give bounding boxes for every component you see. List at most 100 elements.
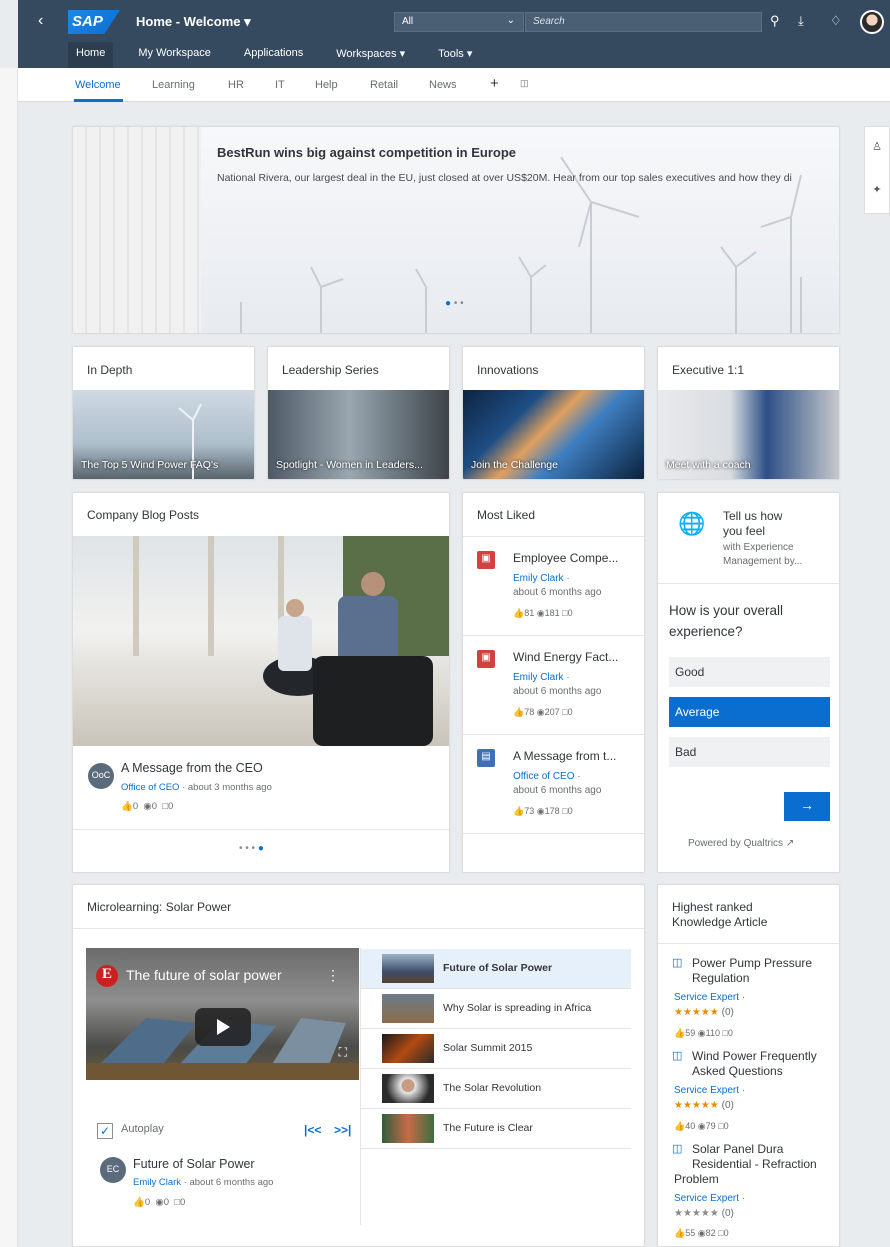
author-avatar[interactable]: OoC (88, 763, 114, 789)
tile-leadership-series[interactable]: Leadership Series Spotlight - Women in L… (267, 346, 450, 480)
tab-news[interactable]: News (429, 79, 457, 91)
autoplay-checkbox[interactable]: ✓ (97, 1123, 113, 1139)
more-options-icon[interactable]: ⋮ (326, 967, 340, 984)
like-icon[interactable]: 👍 (674, 1028, 685, 1038)
tile-executive[interactable]: Executive 1:1 Meet with a coach (657, 346, 840, 480)
menu-my-workspace[interactable]: My Workspace (130, 42, 219, 68)
bell-icon[interactable]: ♢ (830, 13, 842, 29)
search-input[interactable]: Search (525, 12, 762, 32)
liked-item[interactable]: ▣ Employee Compe... Emily Clark · about … (463, 537, 644, 636)
powered-by-text[interactable]: Powered by Qualtrics (688, 838, 783, 849)
author-avatar[interactable]: EC (100, 1157, 126, 1183)
download-icon[interactable]: ⤓ (798, 13, 804, 29)
liked-item-title[interactable]: Wind Energy Fact... (513, 650, 618, 664)
playlist-item[interactable]: Why Solar is spreading in Africa (361, 989, 631, 1029)
menu-workspaces[interactable]: Workspaces ▾ (328, 42, 413, 68)
back-icon[interactable]: ‹ (38, 12, 43, 30)
micro-post-title[interactable]: Future of Solar Power (133, 1157, 255, 1171)
people-icon[interactable]: ♙ (865, 140, 889, 153)
playlist-item[interactable]: The Future is Clear (361, 1109, 631, 1149)
tab-it[interactable]: IT (275, 79, 285, 91)
user-avatar[interactable] (860, 10, 884, 34)
author-link[interactable]: Service Expert (674, 1193, 739, 1204)
search-icon[interactable]: ⚲ (770, 13, 780, 29)
blog-carousel-dots[interactable]: • • • ● (239, 843, 264, 854)
next-icon[interactable]: >>| (334, 1123, 351, 1137)
video-title[interactable]: The future of solar power (126, 967, 282, 983)
author-link[interactable]: Service Expert (674, 1085, 739, 1096)
post-time: · about 3 months ago (182, 782, 272, 793)
article-title-2[interactable]: Asked Questions (692, 1064, 783, 1079)
play-icon (217, 1019, 230, 1035)
tile-title: Leadership Series (282, 363, 379, 377)
channel-logo[interactable]: E (96, 965, 118, 987)
like-count: 73 (524, 806, 535, 816)
hero-title[interactable]: BestRun wins big against competition in … (217, 145, 516, 160)
author-link[interactable]: Emily Clark (513, 672, 564, 683)
menu-tools[interactable]: Tools ▾ (430, 42, 480, 68)
liked-item[interactable]: ▤ A Message from t... Office of CEO · ab… (463, 735, 644, 834)
article-title-3[interactable]: Problem (674, 1172, 719, 1187)
author-link[interactable]: Service Expert (674, 992, 739, 1003)
like-icon[interactable]: 👍 (133, 1197, 145, 1208)
menu-home[interactable]: Home (68, 42, 114, 68)
liked-item-title[interactable]: Employee Compe... (513, 551, 618, 565)
divider (73, 829, 449, 830)
video-player[interactable]: E The future of solar power ⋮ ⛶ (86, 948, 359, 1080)
liked-item-stats: 👍73 ◉178 □0 (513, 806, 573, 817)
article-title[interactable]: Power Pump Pressure (692, 956, 812, 971)
survey-option-good[interactable]: Good (669, 657, 830, 687)
liked-item-stats: 👍81 ◉181 □0 (513, 608, 573, 619)
view-icon: ◉ (697, 1228, 706, 1238)
fullscreen-icon[interactable]: ⛶ (339, 1045, 347, 1060)
liked-item-title[interactable]: A Message from t... (513, 749, 616, 763)
survey-option-bad[interactable]: Bad (669, 737, 830, 767)
hero-carousel[interactable]: BestRun wins big against competition in … (72, 126, 840, 334)
blog-post-title[interactable]: A Message from the CEO (121, 761, 263, 775)
tab-welcome[interactable]: Welcome (75, 79, 121, 91)
author-link[interactable]: Office of CEO (513, 771, 575, 782)
playlist-item[interactable]: The Solar Revolution (361, 1069, 631, 1109)
like-icon[interactable]: 👍 (513, 608, 524, 618)
author-link[interactable]: Emily Clark (133, 1177, 181, 1188)
carousel-dots[interactable]: ● • • (445, 298, 464, 309)
app-title[interactable]: Home - Welcome ▾ (136, 14, 251, 30)
play-button[interactable] (195, 1008, 251, 1046)
add-tab-icon[interactable]: + (490, 75, 499, 92)
tab-retail[interactable]: Retail (370, 79, 398, 91)
author-link[interactable]: Emily Clark (513, 573, 564, 584)
article-title[interactable]: Solar Panel Dura (692, 1142, 783, 1157)
submit-button[interactable]: → (784, 792, 830, 821)
tools-icon[interactable]: ✦ (865, 183, 889, 196)
sap-logo[interactable]: SAP (68, 10, 120, 34)
playlist-item[interactable]: Solar Summit 2015 (361, 1029, 631, 1069)
tile-image: Meet with a coach (658, 390, 839, 479)
like-icon[interactable]: 👍 (513, 806, 524, 816)
tab-hr[interactable]: HR (228, 79, 244, 91)
liked-item[interactable]: ▣ Wind Energy Fact... Emily Clark · abou… (463, 636, 644, 735)
article-author: Service Expert · (674, 992, 746, 1003)
tile-innovations[interactable]: Innovations Join the Challenge (462, 346, 645, 480)
external-link-icon[interactable]: ↗ (786, 838, 794, 849)
divider (658, 943, 839, 944)
tab-overflow-icon[interactable]: ◫ (520, 78, 529, 89)
survey-option-average[interactable]: Average (669, 697, 830, 727)
playlist-item[interactable]: Future of Solar Power (361, 949, 631, 989)
like-icon[interactable]: 👍 (674, 1121, 685, 1131)
previous-icon[interactable]: |<< (304, 1123, 321, 1137)
tile-in-depth[interactable]: In Depth The Top 5 Wind Power FAQ's (72, 346, 255, 480)
tab-help[interactable]: Help (315, 79, 338, 91)
search-scope-select[interactable]: All ⌄ (394, 12, 524, 32)
survey-header-1: Tell us how (723, 509, 783, 523)
blog-post-image[interactable] (73, 536, 449, 746)
like-icon[interactable]: 👍 (121, 801, 133, 812)
article-title-2[interactable]: Residential - Refraction (692, 1157, 817, 1172)
like-icon[interactable]: 👍 (513, 707, 524, 717)
tab-learning[interactable]: Learning (152, 79, 195, 91)
article-title-2[interactable]: Regulation (692, 971, 749, 986)
like-icon[interactable]: 👍 (674, 1228, 685, 1238)
comment-count: 0 (567, 608, 573, 618)
author-link[interactable]: Office of CEO (121, 782, 179, 793)
menu-applications[interactable]: Applications (236, 42, 311, 68)
article-title[interactable]: Wind Power Frequently (692, 1049, 817, 1064)
